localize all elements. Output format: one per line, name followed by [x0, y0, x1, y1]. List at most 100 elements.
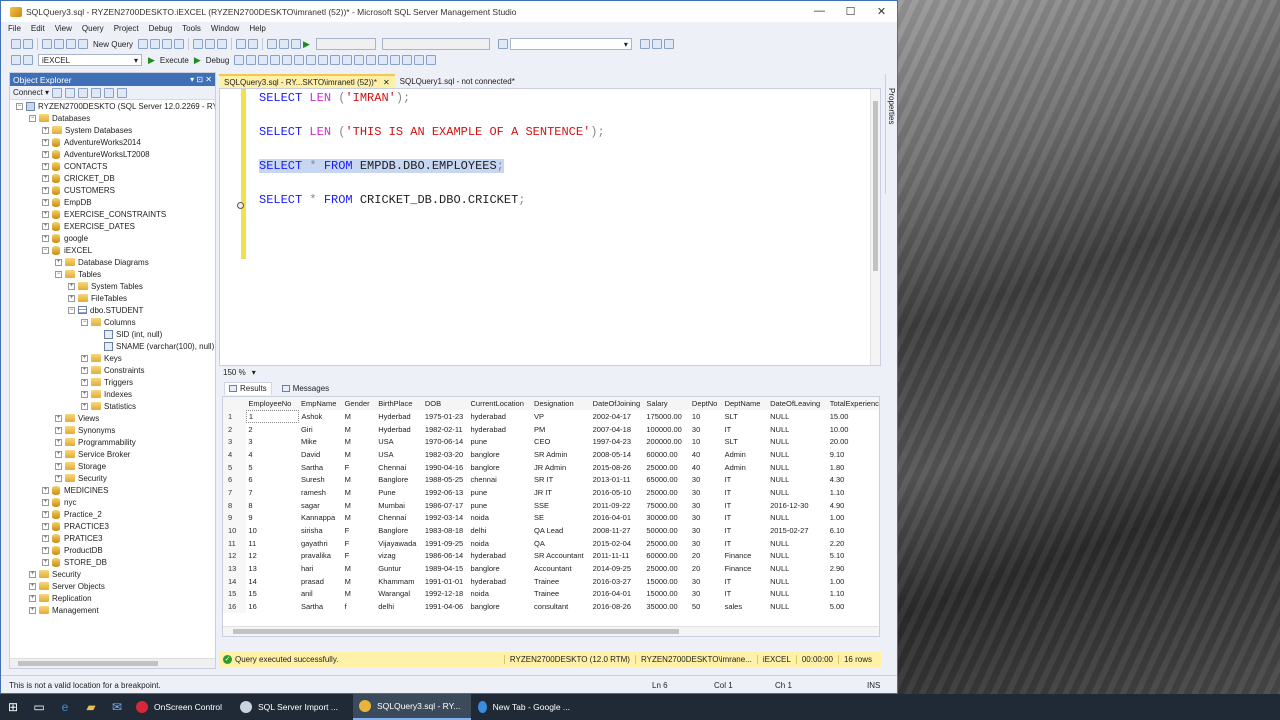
query-editor[interactable]: SELECT LEN ('IMRAN'); SELECT LEN ('THIS I… — [219, 88, 881, 366]
grid-cell[interactable]: 5.00 — [828, 600, 879, 613]
grid-cell[interactable]: 15.00 — [828, 410, 879, 423]
grid-cell[interactable]: sirisha — [299, 524, 343, 537]
tree-node[interactable]: + System Tables — [68, 280, 143, 292]
grid-cell[interactable]: 20 — [690, 562, 723, 575]
grid-cell[interactable]: IT — [723, 575, 769, 588]
row-number[interactable]: 7 — [223, 486, 247, 499]
grid-cell[interactable]: 25000.00 — [644, 461, 690, 474]
grid-cell[interactable]: 60000.00 — [644, 550, 690, 563]
tree-node[interactable]: + EmpDB — [42, 196, 92, 208]
grid-cell[interactable]: SR Accountant — [532, 550, 591, 563]
grid-cell[interactable]: Khammam — [376, 575, 423, 588]
grid-cell[interactable]: NULL — [768, 461, 828, 474]
tree-node[interactable]: + Management — [29, 604, 99, 616]
grid-cell[interactable]: IT — [723, 423, 769, 436]
refresh-icon[interactable] — [104, 87, 115, 98]
code-line-selected[interactable]: SELECT * FROM EMPDB.DBO.EMPLOYEES; — [259, 159, 504, 173]
grid-cell[interactable]: chennai — [469, 473, 533, 486]
activity-monitor-icon[interactable] — [117, 87, 128, 98]
grid-cell[interactable]: SSE — [532, 499, 591, 512]
grid-cell[interactable]: 2002-04-17 — [591, 410, 645, 423]
grid-cell[interactable]: Banglore — [376, 473, 423, 486]
grid-cell[interactable]: 10.00 — [828, 423, 879, 436]
grid-cell[interactable]: 2015-08-26 — [591, 461, 645, 474]
grid-cell[interactable]: 20.00 — [828, 435, 879, 448]
table-row[interactable]: 6 6 Suresh M Banglore 1988-05-25 chennai SR IT 2… — [223, 473, 879, 487]
grid-cell[interactable]: 4.30 — [828, 473, 879, 486]
expand-icon[interactable]: + — [42, 186, 49, 194]
row-number[interactable]: 13 — [223, 562, 247, 575]
table-row[interactable]: 14 14 prasad M Khammam 1991-01-01 hyderabad Tra… — [223, 574, 879, 588]
grid-cell[interactable]: 2.20 — [828, 537, 879, 550]
expand-icon[interactable]: + — [29, 570, 36, 578]
screenshot-icon[interactable] — [291, 39, 302, 49]
grid-column-header[interactable]: EmpName — [298, 397, 343, 410]
menu-window[interactable]: Window — [211, 24, 239, 33]
tree-node[interactable]: + Views — [55, 412, 99, 424]
grid-cell[interactable]: 4.90 — [828, 499, 879, 512]
grid-cell[interactable]: 1982-02-11 — [423, 423, 469, 436]
grid-cell[interactable]: 1.10 — [828, 486, 879, 499]
grid-cell[interactable]: 175000.00 — [644, 410, 690, 423]
tree-node[interactable]: + EXERCISE_CONSTRAINTS — [42, 208, 166, 220]
grid-cell[interactable]: 2013-01-11 — [591, 473, 645, 486]
maximize-button[interactable]: ☐ — [835, 5, 866, 18]
display-plan-icon[interactable] — [258, 55, 269, 65]
grid-cell[interactable]: 30 — [690, 473, 723, 486]
grid-column-header[interactable]: DateOfLeaving — [768, 397, 828, 410]
editor-vscroll[interactable] — [870, 89, 880, 365]
grid-cell[interactable]: 2016-12-30 — [768, 499, 828, 512]
grid-cell[interactable]: 9 — [246, 512, 299, 525]
grid-cell[interactable]: gayathri — [299, 537, 343, 550]
mdx-query-icon[interactable] — [162, 39, 173, 49]
forward-icon[interactable] — [23, 39, 33, 49]
paste-icon[interactable] — [217, 39, 228, 49]
grid-cell[interactable]: 30 — [690, 537, 723, 550]
zoom-level[interactable]: 150 % — [223, 368, 246, 377]
properties-icon[interactable] — [639, 39, 650, 49]
grid-cell[interactable]: NULL — [768, 423, 828, 436]
toolbox-icon[interactable] — [651, 39, 662, 49]
grid-cell[interactable]: M — [343, 588, 377, 601]
grid-cell[interactable]: 10 — [690, 435, 723, 448]
grid-cell[interactable]: 30 — [690, 423, 723, 436]
tree-node[interactable]: + Practice_2 — [42, 508, 102, 520]
panel-pin-icons[interactable]: ▾ ⊡ ✕ — [190, 75, 212, 84]
grid-cell[interactable]: 1982-03-20 — [423, 448, 469, 461]
grid-cell[interactable]: f — [343, 600, 377, 613]
grid-column-header[interactable]: DateOfJoining — [590, 397, 645, 410]
grid-cell[interactable]: pune — [469, 486, 533, 499]
tree-node[interactable]: − Columns — [81, 316, 136, 328]
grid-column-header[interactable]: DOB — [422, 397, 469, 410]
grid-cell[interactable]: M — [343, 562, 377, 575]
query-options-icon[interactable] — [282, 55, 293, 65]
expand-icon[interactable]: + — [55, 426, 62, 434]
table-row[interactable]: 1 1 Ashok M Hyderbad 1975-01-23 hyderabad VP 200… — [223, 409, 879, 424]
navigate-icon[interactable] — [267, 39, 278, 49]
grid-cell[interactable]: 1986-07-17 — [423, 499, 469, 512]
grid-cell[interactable]: 1970-06-14 — [423, 435, 469, 448]
grid-cell[interactable]: Hyderbad — [376, 410, 423, 423]
grid-cell[interactable]: 1975-01-23 — [423, 410, 469, 423]
grid-cell[interactable]: Vijayawada — [376, 537, 423, 550]
grid-cell[interactable]: M — [343, 512, 377, 525]
grid-cell[interactable]: Giri — [299, 423, 343, 436]
grid-cell[interactable]: Chennai — [376, 512, 423, 525]
grid-cell[interactable]: SR Admin — [532, 448, 591, 461]
grid-cell[interactable]: M — [343, 435, 377, 448]
grid-cell[interactable]: Guntur — [376, 562, 423, 575]
grid-cell[interactable]: 2015-02-04 — [591, 537, 645, 550]
expand-icon[interactable]: + — [81, 366, 88, 374]
results-to-text-icon[interactable] — [342, 55, 353, 65]
tree-node[interactable]: + PRATICE3 — [42, 532, 103, 544]
grid-cell[interactable]: 30000.00 — [644, 512, 690, 525]
grid-cell[interactable]: David — [299, 448, 343, 461]
grid-cell[interactable]: anil — [299, 588, 343, 601]
grid-cell[interactable]: Hyderbad — [376, 423, 423, 436]
grid-cell[interactable]: banglore — [469, 562, 533, 575]
results-to-file-icon[interactable] — [366, 55, 377, 65]
grid-cell[interactable]: NULL — [768, 448, 828, 461]
tree-node[interactable]: + Statistics — [81, 400, 136, 412]
grid-cell[interactable]: Mumbai — [376, 499, 423, 512]
grid-cell[interactable]: NULL — [768, 435, 828, 448]
